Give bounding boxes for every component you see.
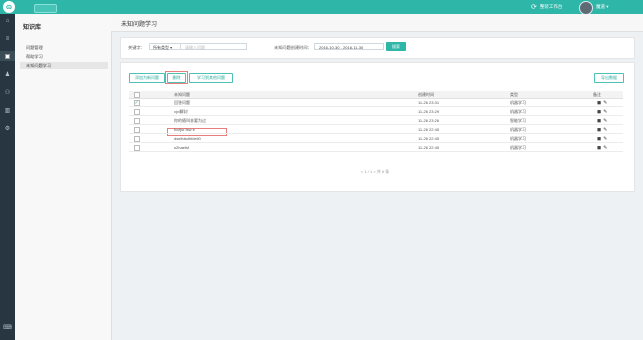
edit-icon[interactable]: ✎ [603,127,607,133]
header-type: 类型 [510,92,518,97]
row-checkbox[interactable] [134,136,140,142]
user-name: 魔道 [596,4,605,9]
questions-table: 未知问题 创建时间 类型 备注 回答问题 11-26 23:31 机器学习 ◼✎… [129,91,623,159]
type-cell: 机器学习 [510,136,526,141]
header-time: 创建时间 [418,92,434,97]
user-menu[interactable]: 魔道 ▾ [596,4,609,10]
table-row[interactable]: xjvi解封 11-26 23:29 机器学习 ◼ ✎ [129,108,623,116]
row-actions: ◼ ✎ [597,127,607,133]
edit-icon[interactable]: ✎ [603,109,607,115]
table-row[interactable]: fccfjsr fsw e 11-26 22:45 机器学习 ◼ ✎ [129,126,623,134]
header-notes: 备注 [593,92,601,97]
refresh-icon: ⟳ [531,3,537,11]
page-title: 未知问题学习 [121,22,158,28]
type-cell: 机器学习 [510,109,526,114]
edit-icon[interactable]: ✎ [603,145,607,151]
add-new-question-button[interactable]: 添加为新问题 [129,73,165,83]
table-row[interactable]: dseifdsdhfdeli0 11-26 22:45 机器学习 ◼ ✎ [129,135,623,143]
question-cell: dseifdsdhfdeli0 [174,136,201,141]
question-cell: s2haefsf [174,145,190,150]
row-checkbox[interactable] [134,100,140,106]
sidebar-item-question-management[interactable]: 问题管理 [20,44,108,51]
edit-icon[interactable]: ✎ [603,136,607,142]
time-cell: 11-26 23:26 [418,118,440,123]
date-range-input[interactable]: 2016-10-30 - 2016-11-30 [314,43,384,50]
view-icon[interactable]: ◼ [597,100,601,106]
delete-highlight [165,71,188,84]
row-actions: ◼ ✎ [597,145,607,151]
keyword-input[interactable]: 请输入问题 [181,43,247,50]
type-select[interactable]: 所有类型 ▾ [149,43,181,50]
filter-panel: 关键字： 所有类型 ▾ 请输入问题 未知问题创建时间： 2016-10-30 -… [120,37,635,59]
view-icon[interactable]: ◼ [597,145,601,151]
sidebar-item-unknown-learning[interactable]: 未知问题学习 [20,62,108,69]
avatar[interactable] [579,1,593,15]
edit-icon[interactable]: ✎ [603,118,607,124]
home-icon[interactable]: ⌂ [0,16,15,26]
type-cell: 智能学习 [510,118,526,123]
row-actions: ◼ ✎ [597,100,607,106]
row-checkbox[interactable] [134,109,140,115]
sidebar-item-help-learning[interactable]: 帮助学习 [20,53,108,60]
knowledge-icon[interactable]: ▣ [0,51,15,61]
question-cell: fccfjsr fsw e [174,127,195,132]
table-row[interactable]: 你的随叫非要为过 11-26 23:26 智能学习 ◼ ✎ [129,117,623,125]
view-icon[interactable]: ◼ [597,127,601,133]
table-row[interactable]: 回答问题 11-26 23:31 机器学习 ◼✎ [129,99,623,107]
table-header: 未知问题 创建时间 类型 备注 [129,91,623,99]
row-actions: ◼ ✎ [597,109,607,115]
learn-other-question-button[interactable]: 学习到其他问题 [189,73,233,83]
view-icon[interactable]: ◼ [597,118,601,124]
row-actions: ◼ ✎ [597,136,607,142]
row-checkbox[interactable] [134,118,140,124]
page-header: 未知问题学习 [111,14,643,32]
type-cell: 机器学习 [510,145,526,150]
question-cell: 回答问题 [174,100,190,105]
content-panel: 添加为新问题 删除 学习到其他问题 导出数据 未知问题 创建时间 类型 备注 回… [120,62,635,192]
keyboard-icon[interactable]: ⌨ [0,322,15,332]
time-cell: 11-26 23:29 [418,109,440,114]
keyword-label: 关键字： [128,45,145,50]
edit-icon[interactable]: ✎ [603,100,607,106]
workbench-link[interactable]: ⟳ 整装工作台 [531,3,562,11]
question-cell: xjvi解封 [174,109,188,114]
row-checkbox[interactable] [134,145,140,151]
chevron-down-icon: ▾ [606,4,609,9]
list-icon[interactable]: ≡ [0,34,15,44]
type-cell: 机器学习 [510,100,526,105]
sidebar: 知识库 问题管理 帮助学习 未知问题学习 [15,14,112,340]
group-icon[interactable]: ⚇ [0,87,15,97]
export-button[interactable]: 导出数据 [594,73,624,83]
date-label: 未知问题创建时间： [274,45,312,50]
app-logo-icon: ɷ [3,1,15,13]
pagination[interactable]: < 1 / 1 > 共 6 条 [361,169,389,175]
left-nav: ⌂ ≡ ▣ ♟ ⚇ ▥ ⚙ ⌨ [0,14,15,340]
top-bar: ɷ ⟳ 整装工作台 魔道 ▾ [0,0,643,15]
time-cell: 11-26 22:45 [418,145,440,150]
row-actions: ◼ ✎ [597,118,607,124]
user-icon[interactable]: ♟ [0,69,15,79]
view-icon[interactable]: ◼ [597,109,601,115]
workbench-label: 整装工作台 [539,4,563,9]
question-cell: 你的随叫非要为过 [174,118,206,123]
time-cell: 11-26 22:45 [418,127,440,132]
sidebar-title: 知识库 [23,25,42,31]
header-question: 未知问题 [174,92,190,97]
settings-icon[interactable]: ⚙ [0,123,15,133]
chart-icon[interactable]: ▥ [0,105,15,115]
time-cell: 11-26 23:31 [418,100,440,105]
top-menu-button[interactable] [34,4,57,13]
type-cell: 机器学习 [510,127,526,132]
table-row[interactable]: s2haefsf 11-26 22:45 机器学习 ◼ ✎ [129,144,623,152]
search-button[interactable]: 搜索 [386,42,406,51]
view-icon[interactable]: ◼ [597,136,601,142]
select-all-checkbox[interactable] [134,92,140,98]
row-checkbox[interactable] [134,127,140,133]
time-cell: 11-26 22:45 [418,136,440,141]
